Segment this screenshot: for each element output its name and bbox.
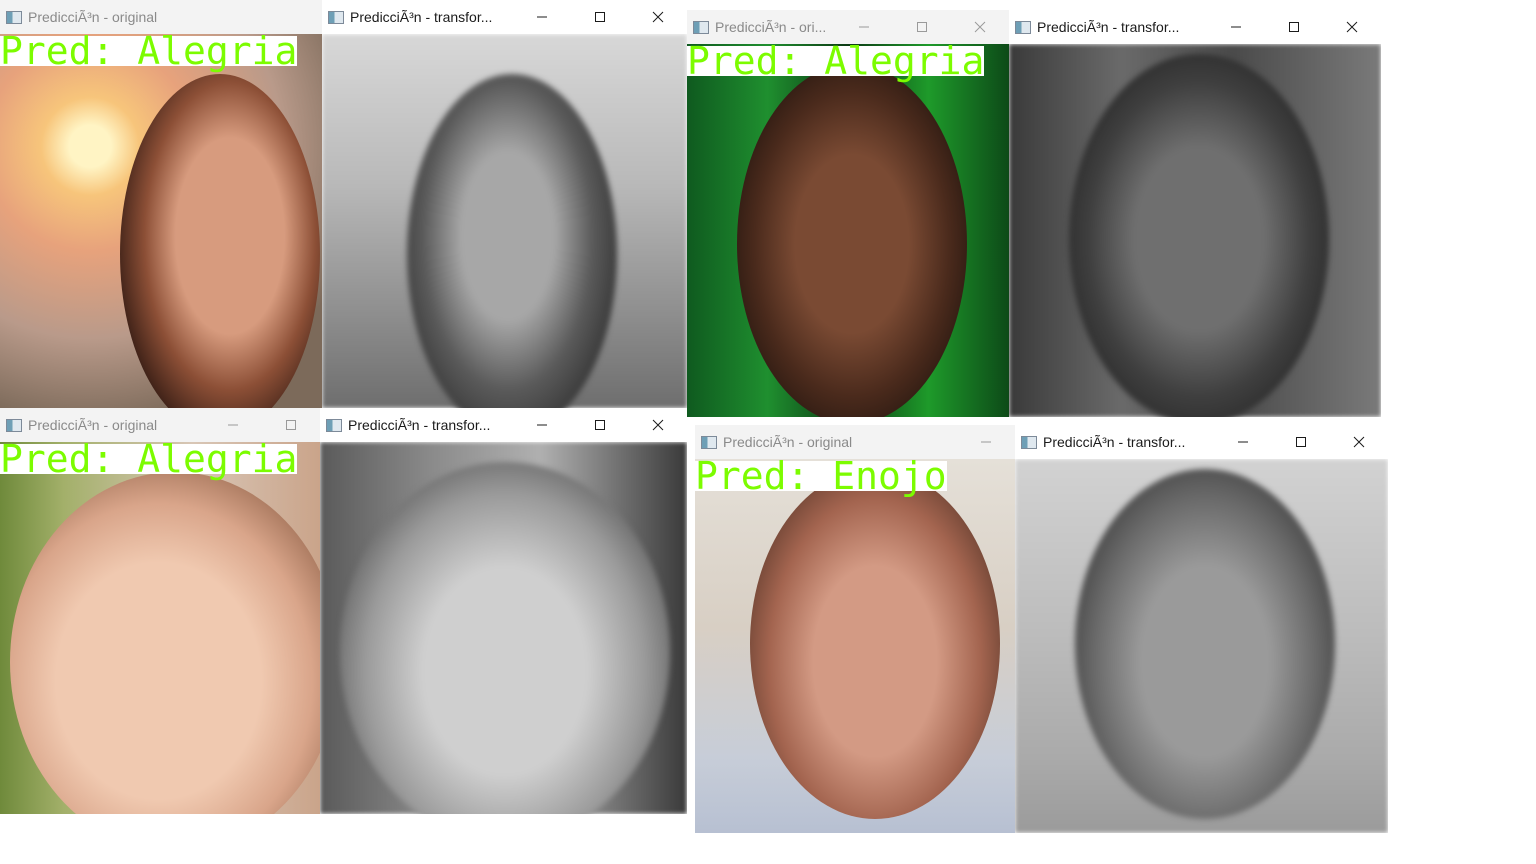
window-original-2[interactable]: PredicciÃ³n - ori... Pred: Alegria bbox=[687, 10, 1009, 417]
prediction-label: Pred: Alegria bbox=[0, 29, 298, 73]
close-button[interactable] bbox=[1323, 10, 1381, 44]
minimize-button[interactable] bbox=[957, 425, 1015, 459]
app-icon bbox=[328, 10, 344, 24]
window-transformed-4[interactable]: PredicciÃ³n - transfor... bbox=[1015, 425, 1388, 833]
window-titlebar[interactable]: PredicciÃ³n - transfor... bbox=[322, 0, 687, 34]
image-canvas bbox=[695, 459, 1015, 833]
app-icon bbox=[6, 10, 22, 24]
window-titlebar[interactable]: PredicciÃ³n - transfor... bbox=[320, 408, 687, 442]
face-region bbox=[750, 469, 1000, 819]
window-transformed-3[interactable]: PredicciÃ³n - transfor... bbox=[320, 408, 687, 814]
minimize-button[interactable] bbox=[1207, 10, 1265, 44]
window-title: PredicciÃ³n - original bbox=[723, 434, 853, 450]
window-title: PredicciÃ³n - transfor... bbox=[1037, 19, 1180, 35]
window-transformed-2[interactable]: PredicciÃ³n - transfor... bbox=[1009, 10, 1381, 417]
image-canvas bbox=[320, 442, 687, 814]
window-title: PredicciÃ³n - transfor... bbox=[1043, 434, 1186, 450]
window-original-4[interactable]: PredicciÃ³n - original Pred: Enojo bbox=[695, 425, 1015, 833]
minimize-button[interactable] bbox=[513, 0, 571, 34]
image-canvas bbox=[1015, 459, 1388, 833]
prediction-label: Pred: Enojo bbox=[695, 454, 947, 498]
window-transformed-1[interactable]: PredicciÃ³n - transfor... bbox=[322, 0, 687, 408]
window-original-1[interactable]: PredicciÃ³n - original Pred: Alegria bbox=[0, 0, 322, 408]
window-title: PredicciÃ³n - original bbox=[28, 417, 158, 433]
image-canvas bbox=[1009, 44, 1381, 417]
window-title: PredicciÃ³n - transfor... bbox=[350, 9, 493, 25]
maximize-button[interactable] bbox=[1272, 425, 1330, 459]
window-titlebar[interactable]: PredicciÃ³n - transfor... bbox=[1009, 10, 1381, 44]
face-region bbox=[737, 64, 967, 417]
close-button[interactable] bbox=[629, 0, 687, 34]
maximize-button[interactable] bbox=[571, 0, 629, 34]
window-title: PredicciÃ³n - original bbox=[28, 9, 158, 25]
maximize-button[interactable] bbox=[571, 408, 629, 442]
image-canvas bbox=[0, 34, 322, 408]
maximize-button[interactable] bbox=[1265, 10, 1323, 44]
face-region bbox=[1069, 54, 1329, 417]
minimize-button[interactable] bbox=[513, 408, 571, 442]
image-canvas bbox=[322, 34, 687, 408]
app-icon bbox=[1015, 20, 1031, 34]
face-region bbox=[1075, 469, 1335, 819]
image-canvas bbox=[0, 442, 320, 814]
app-icon bbox=[1021, 435, 1037, 449]
app-icon bbox=[693, 20, 709, 34]
image-canvas bbox=[687, 44, 1009, 417]
app-icon bbox=[326, 418, 342, 432]
window-title: PredicciÃ³n - transfor... bbox=[348, 417, 491, 433]
window-original-3[interactable]: PredicciÃ³n - original Pred: Alegria bbox=[0, 408, 320, 814]
close-button[interactable] bbox=[629, 408, 687, 442]
window-title: PredicciÃ³n - ori... bbox=[715, 19, 827, 35]
window-titlebar[interactable]: PredicciÃ³n - transfor... bbox=[1015, 425, 1388, 459]
prediction-label: Pred: Alegria bbox=[687, 39, 985, 83]
close-button[interactable] bbox=[1330, 425, 1388, 459]
minimize-button[interactable] bbox=[1214, 425, 1272, 459]
app-icon bbox=[701, 435, 717, 449]
app-icon bbox=[6, 418, 22, 432]
prediction-label: Pred: Alegria bbox=[0, 437, 298, 481]
